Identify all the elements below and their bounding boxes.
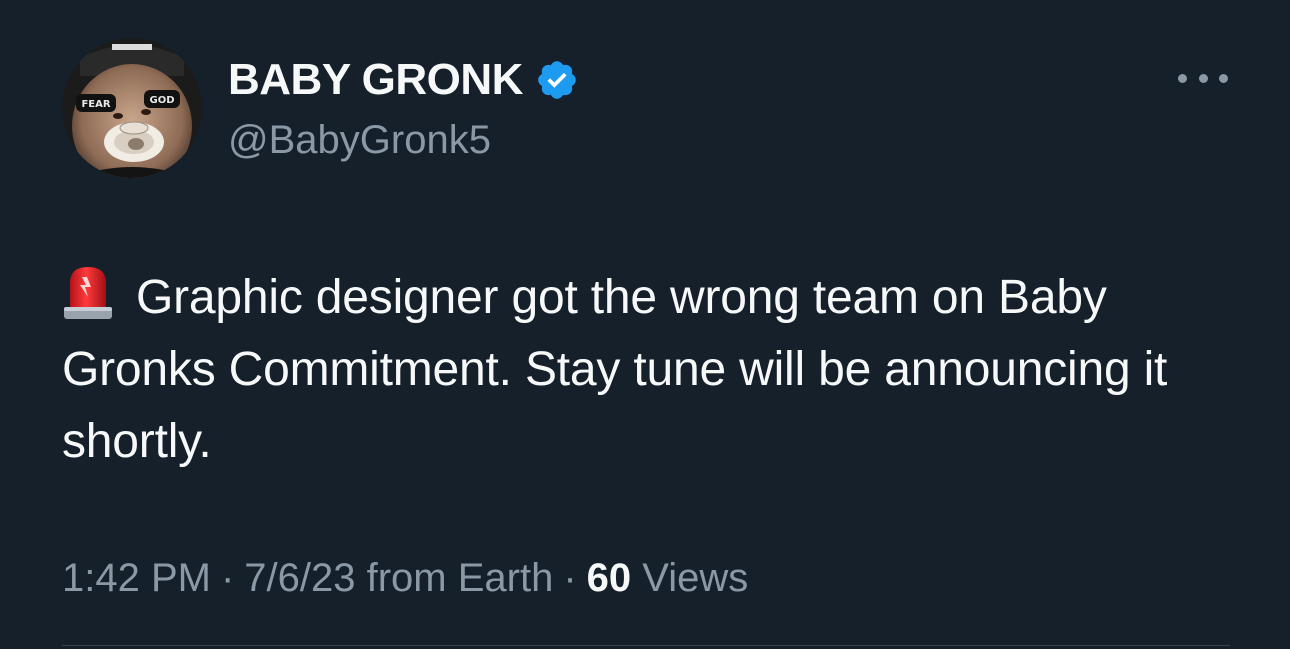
display-name[interactable]: BABY GRONK	[228, 55, 523, 105]
avatar[interactable]: FEAR GOD	[62, 38, 202, 178]
eye-black-left-text: FEAR	[81, 99, 110, 110]
tweet-card: FEAR GOD BABY GRONK @BabyGronk5 Graphic …	[0, 0, 1290, 649]
more-icon-dot	[1198, 73, 1208, 83]
meta-separator: ·	[563, 556, 577, 600]
more-icon-dot	[1178, 73, 1187, 83]
divider	[62, 645, 1230, 646]
tweet-text-content: Graphic designer got the wrong team on B…	[62, 271, 1168, 468]
tweet-date-source[interactable]: 7/6/23 from Earth	[244, 556, 553, 600]
tweet-time[interactable]: 1:42 PM	[62, 556, 211, 600]
verified-badge-icon	[535, 58, 579, 102]
more-options-button[interactable]	[1178, 64, 1228, 92]
tweet-text: Graphic designer got the wrong team on B…	[62, 262, 1242, 478]
author-name-row[interactable]: BABY GRONK	[228, 52, 579, 108]
police-siren-icon	[62, 263, 114, 323]
user-handle[interactable]: @BabyGronk5	[228, 118, 491, 163]
more-icon-dot	[1219, 73, 1228, 83]
eye-black-right-text: GOD	[149, 95, 174, 106]
avatar-image: FEAR GOD	[62, 38, 202, 178]
tweet-meta: 1:42 PM · 7/6/23 from Earth · 60 Views	[62, 556, 748, 601]
meta-separator: ·	[220, 556, 235, 600]
views-count[interactable]: 60	[587, 556, 632, 600]
views-label[interactable]: Views	[642, 556, 748, 600]
